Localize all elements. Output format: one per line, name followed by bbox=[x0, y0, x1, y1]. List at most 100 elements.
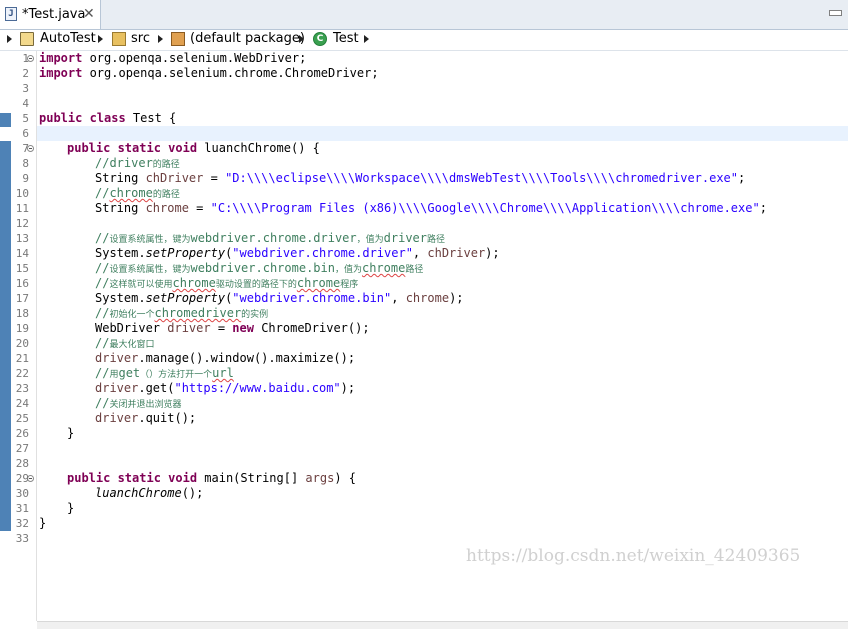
code-text: ; bbox=[759, 201, 767, 215]
comment-text: url bbox=[212, 366, 234, 380]
code-text: = bbox=[188, 201, 211, 215]
line-number: 13 bbox=[15, 232, 29, 245]
comment-text: // bbox=[95, 261, 110, 275]
code-line: } bbox=[67, 501, 75, 515]
chevron-right-icon[interactable] bbox=[158, 35, 163, 43]
local-variable: chrome bbox=[145, 201, 189, 215]
code-line: WebDriver driver = new ChromeDriver(); bbox=[95, 321, 370, 336]
code-text: ); bbox=[449, 291, 464, 305]
line-number: 18 bbox=[15, 307, 29, 320]
editor-tab-bar: J *Test.java ✕ bbox=[0, 0, 848, 30]
minimize-icon[interactable] bbox=[829, 10, 842, 16]
static-method: setProperty bbox=[145, 246, 226, 260]
overview-ruler[interactable] bbox=[0, 51, 11, 621]
code-line: import org.openqa.selenium.chrome.Chrome… bbox=[39, 66, 379, 81]
comment-text: // bbox=[95, 306, 110, 320]
code-text: String bbox=[95, 171, 146, 185]
comment-text: 路径 bbox=[405, 265, 424, 275]
class-icon: C bbox=[313, 32, 327, 46]
code-text: org.openqa.selenium.WebDriver; bbox=[82, 51, 307, 65]
code-line: } bbox=[67, 426, 75, 440]
code-line: System.setProperty("webdriver.chrome.dri… bbox=[95, 246, 500, 261]
comment-text: 的实例 bbox=[241, 310, 269, 320]
code-text: System. bbox=[95, 291, 146, 305]
comment-text: webdriver.chrome.driver bbox=[190, 231, 357, 245]
code-text: , bbox=[391, 291, 406, 305]
line-number: 9 bbox=[22, 172, 29, 185]
comment-text: chrome bbox=[109, 186, 153, 200]
breadcrumb-project[interactable]: AutoTest bbox=[40, 31, 96, 47]
breadcrumb-folder[interactable]: src bbox=[131, 31, 150, 47]
string-literal: "https://www.baidu.com" bbox=[174, 381, 341, 395]
breadcrumb-package[interactable]: (default package) bbox=[190, 31, 305, 47]
keyword: public static void bbox=[67, 141, 198, 155]
package-icon bbox=[171, 32, 185, 46]
comment-text: 初始化一个 bbox=[109, 310, 155, 320]
local-variable: chDriver bbox=[145, 171, 204, 185]
comment-text: // bbox=[95, 231, 110, 245]
chevron-right-icon[interactable] bbox=[98, 35, 103, 43]
chevron-right-icon[interactable] bbox=[364, 35, 369, 43]
breadcrumb-class[interactable]: Test bbox=[333, 31, 359, 47]
line-number: 3 bbox=[22, 82, 29, 95]
code-text: ; bbox=[738, 171, 746, 185]
string-literal: "C:\\\\Program Files (x86)\\\\Google\\\\… bbox=[210, 201, 760, 215]
line-number: 29 bbox=[15, 472, 29, 485]
comment-text: get bbox=[118, 366, 141, 380]
code-text: = bbox=[203, 171, 226, 185]
close-icon[interactable]: ✕ bbox=[83, 6, 95, 22]
code-line: } bbox=[39, 516, 47, 530]
code-text: .quit(); bbox=[138, 411, 197, 425]
line-number: 26 bbox=[15, 427, 29, 440]
chevron-right-icon[interactable] bbox=[299, 35, 304, 43]
local-variable: chDriver bbox=[427, 246, 486, 260]
comment-text: 这样就可以使用 bbox=[109, 280, 173, 290]
code-line: driver.manage().window().maximize(); bbox=[95, 351, 355, 366]
current-line-highlight bbox=[37, 126, 848, 141]
comment-text: chromedriver bbox=[154, 306, 242, 320]
chevron-right-icon[interactable] bbox=[7, 35, 12, 43]
code-line: luanchChrome(); bbox=[95, 486, 203, 501]
line-number: 23 bbox=[15, 382, 29, 395]
code-line: String chDriver = "D:\\\\eclipse\\\\Work… bbox=[95, 171, 745, 186]
comment-text: （）方法打开一个 bbox=[140, 370, 213, 380]
code-text: WebDriver bbox=[95, 321, 168, 335]
code-text: String bbox=[95, 201, 146, 215]
string-literal: "webdriver.chrome.bin" bbox=[232, 291, 392, 305]
editor-tab-test-java[interactable]: J *Test.java ✕ bbox=[0, 0, 101, 29]
line-number: 28 bbox=[15, 457, 29, 470]
line-number: 16 bbox=[15, 277, 29, 290]
local-variable: driver bbox=[95, 381, 139, 395]
code-text: ) { bbox=[334, 471, 357, 485]
line-number: 31 bbox=[15, 502, 29, 515]
line-number: 25 bbox=[15, 412, 29, 425]
code-line: import org.openqa.selenium.WebDriver; bbox=[39, 51, 306, 66]
keyword: public static void bbox=[67, 471, 198, 485]
code-line: public static void main(String[] args) { bbox=[67, 471, 356, 486]
code-text: Test { bbox=[125, 111, 177, 125]
keyword: public class bbox=[39, 111, 126, 125]
code-editor[interactable]: 1 2 3 4 5 6 7 8 9 10 11 12 13 14 15 16 1… bbox=[0, 51, 848, 621]
code-line: String chrome = "C:\\\\Program Files (x8… bbox=[95, 201, 767, 216]
change-marker bbox=[0, 113, 11, 127]
comment-text: driver bbox=[383, 231, 428, 245]
code-text: ChromeDriver(); bbox=[253, 321, 370, 335]
line-number: 20 bbox=[15, 337, 29, 350]
comment-text: chrome bbox=[296, 276, 341, 290]
line-number: 33 bbox=[15, 532, 29, 545]
line-number: 8 bbox=[22, 157, 29, 170]
code-text: ); bbox=[340, 381, 356, 395]
line-number: 17 bbox=[15, 292, 29, 305]
code-text: ); bbox=[485, 246, 500, 260]
tab-title: *Test.java bbox=[22, 7, 86, 22]
code-text: org.openqa.selenium.chrome.ChromeDriver; bbox=[82, 66, 379, 80]
code-line: driver.get("https://www.baidu.com"); bbox=[95, 381, 355, 396]
comment-text: chrome bbox=[361, 261, 406, 275]
comment-text: // bbox=[95, 276, 110, 290]
comment-text: 的路径 bbox=[152, 160, 180, 170]
local-variable: args bbox=[305, 471, 335, 485]
line-number: 12 bbox=[15, 217, 29, 230]
line-number: 6 bbox=[22, 127, 29, 140]
local-variable: driver bbox=[95, 351, 139, 365]
code-text: , bbox=[412, 246, 428, 260]
